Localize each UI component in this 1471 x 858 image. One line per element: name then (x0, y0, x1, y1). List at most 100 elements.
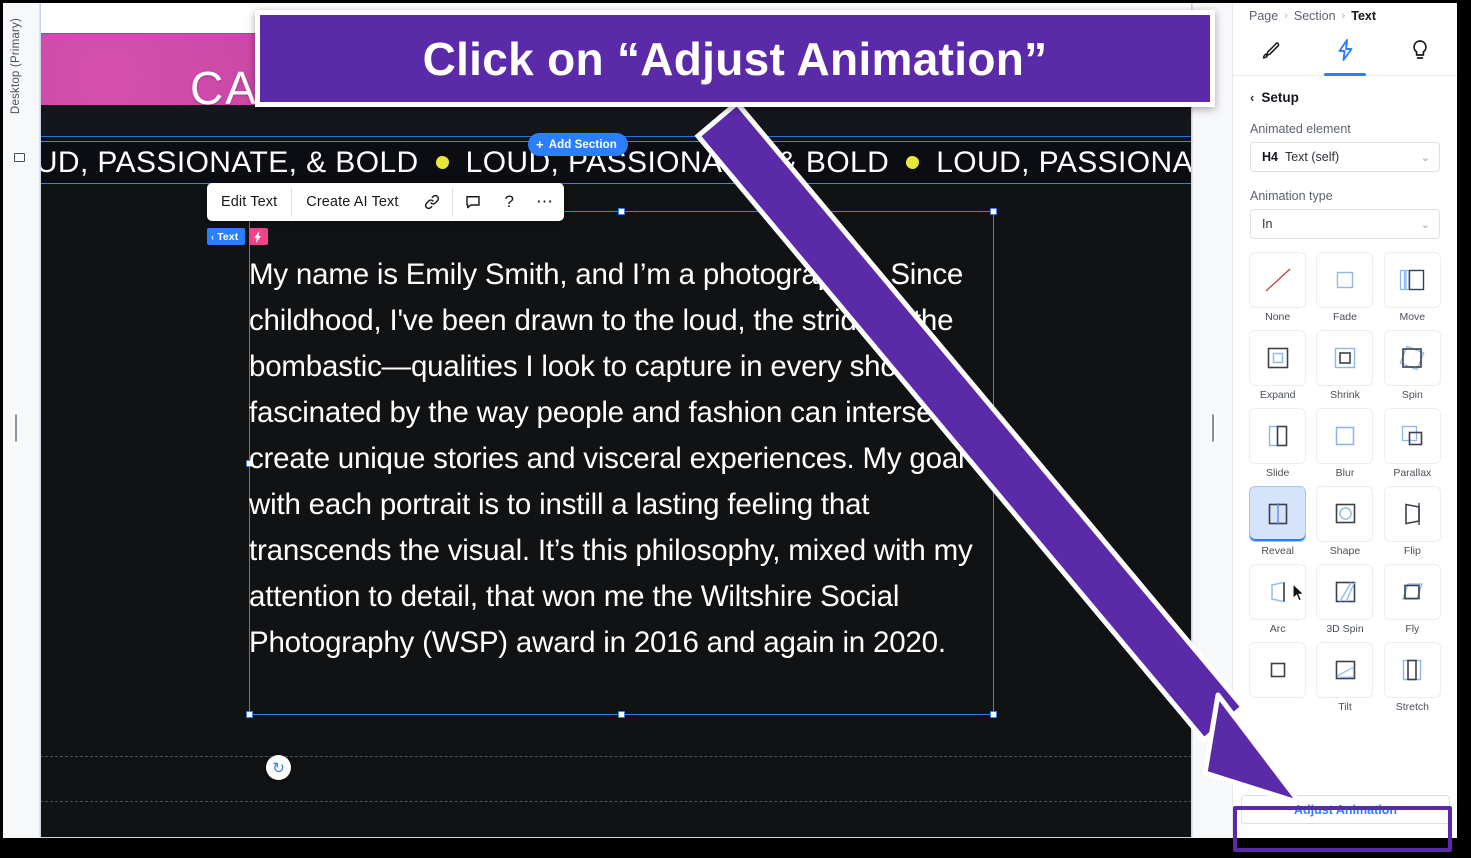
left-canvas-resize-handle[interactable] (13, 412, 19, 444)
animated-element-value: Text (self) (1284, 150, 1340, 164)
ellipsis-icon[interactable]: ⋯ (525, 183, 564, 221)
animation-option-move[interactable]: Move (1382, 252, 1443, 324)
add-section-button[interactable]: + Add Section (528, 133, 628, 156)
square-outline-icon (1316, 252, 1374, 308)
animation-option-label: Shrink (1330, 389, 1360, 401)
animation-option-shrink[interactable]: Shrink (1314, 330, 1375, 402)
animation-option-label: Arc (1269, 623, 1286, 635)
animation-option-label: Flip (1403, 545, 1421, 557)
animation-option-unlabeled[interactable] (1247, 642, 1308, 714)
chevron-left-icon: ‹ (211, 231, 215, 242)
animation-option-label: Stretch (1395, 701, 1429, 713)
yellow-star-dot-icon (435, 156, 449, 169)
rotate-icon[interactable]: ↻ (266, 755, 291, 780)
interactions-panel: Page › Section › Text ‹ Setup Animated e… (1232, 0, 1457, 838)
move-bars-icon (1383, 252, 1441, 308)
animation-option-label: 3D Spin (1326, 623, 1364, 635)
animation-option-reveal[interactable]: Reveal (1247, 486, 1308, 558)
layout-guide-line (40, 801, 1192, 802)
add-section-label: Add Section (548, 138, 617, 151)
breadcrumb-item-text[interactable]: Text (1351, 9, 1376, 23)
resize-handle-bottom-right[interactable] (990, 711, 997, 718)
reveal-panel-icon (1249, 486, 1307, 542)
animation-option-label: Parallax (1393, 467, 1432, 479)
animation-option-flip[interactable]: Flip (1382, 486, 1443, 558)
design-canvas[interactable]: CAIN LOUD, PASSIONATE, & BOLD LOUD, PASS… (40, 0, 1192, 838)
animation-option-fade[interactable]: Fade (1314, 252, 1375, 324)
chevron-down-icon: ⌄ (1420, 151, 1430, 164)
right-canvas-resize-handle[interactable] (1210, 412, 1216, 444)
animated-element-label: Animated element (1250, 122, 1351, 136)
animation-type-label: Animation type (1250, 189, 1333, 203)
split-panel-icon (1249, 408, 1307, 464)
question-mark-icon[interactable]: ? (493, 183, 524, 221)
animation-option-label: Shape (1329, 545, 1361, 557)
instruction-banner: Click on “Adjust Animation” (255, 10, 1215, 107)
diagonal-line-icon (1249, 252, 1307, 308)
animation-option-label: Tilt (1338, 701, 1352, 713)
tab-interactions[interactable] (1308, 30, 1383, 76)
link-icon[interactable] (412, 183, 452, 221)
plus-icon: + (536, 137, 544, 152)
animation-option-label: Expand (1259, 389, 1296, 401)
animation-option-parallax[interactable]: Parallax (1382, 408, 1443, 480)
blurred-square-icon (1316, 408, 1374, 464)
setup-title: Setup (1261, 90, 1299, 105)
nested-square-icon (1249, 330, 1307, 386)
breadcrumb-separator: › (1341, 10, 1346, 22)
animated-element-tag: H4 (1262, 150, 1278, 164)
lightning-bolt-icon (1336, 39, 1355, 66)
resize-handle-top-center[interactable] (618, 208, 625, 215)
animation-option-label: Fade (1333, 311, 1357, 323)
mouse-pointer-icon (1292, 582, 1306, 607)
animation-option-label: Reveal (1261, 545, 1294, 557)
animation-option-3d-spin[interactable]: 3D Spin (1314, 564, 1375, 636)
tab-ideas[interactable] (1382, 30, 1457, 75)
resize-handle-bottom-center[interactable] (618, 711, 625, 718)
body-paragraph[interactable]: My name is Emily Smith, and I’m a photog… (249, 252, 997, 666)
breadcrumb-item-section[interactable]: Section (1294, 9, 1336, 23)
circle-in-square-icon (1316, 486, 1374, 542)
monitor-icon (14, 153, 25, 162)
breadcrumb-separator: › (1284, 10, 1288, 22)
breadcrumb-item-page[interactable]: Page (1249, 9, 1278, 23)
layout-guide-line (40, 756, 1192, 757)
stretch-bars-icon (1383, 642, 1441, 698)
3d-spin-icon (1316, 564, 1374, 620)
animation-type-value: In (1262, 217, 1273, 231)
comment-icon[interactable] (453, 183, 493, 221)
element-badge-text[interactable]: ‹ Text (207, 228, 246, 245)
chevron-down-icon: ⌄ (1420, 218, 1430, 231)
create-ai-text-button[interactable]: Create AI Text (292, 183, 412, 221)
element-context-toolbar[interactable]: Edit Text Create AI Text ? ⋯ (207, 183, 564, 221)
animation-option-label: Fly (1405, 623, 1420, 635)
animation-option-none[interactable]: None (1247, 252, 1308, 324)
animation-type-select[interactable]: In ⌄ (1250, 209, 1440, 239)
animated-element-select[interactable]: H4 Text (self) ⌄ (1250, 142, 1440, 172)
animation-option-fly[interactable]: Fly (1382, 564, 1443, 636)
animation-option-shape[interactable]: Shape (1314, 486, 1375, 558)
animation-option-expand[interactable]: Expand (1247, 330, 1308, 402)
offset-squares-icon (1383, 408, 1441, 464)
animation-option-tilt[interactable]: Tilt (1314, 642, 1375, 714)
marquee-item: LOUD, PASSIONATE, & BOLD (40, 145, 419, 179)
animation-option-slide[interactable]: Slide (1247, 408, 1308, 480)
element-badge-label: Text (217, 230, 239, 243)
setup-header[interactable]: ‹ Setup (1233, 76, 1457, 105)
animation-type-grid: None Fade Move Expand Shrink Spin Slide Bl… (1233, 252, 1457, 714)
breakpoint-label: Desktop (Primary) (10, 18, 22, 115)
resize-handle-top-right[interactable] (990, 208, 997, 215)
adjust-animation-button[interactable]: Adjust Animation (1241, 795, 1450, 824)
element-badge-row[interactable]: ‹ Text (207, 228, 269, 245)
resize-handle-bottom-left[interactable] (246, 711, 253, 718)
chevron-left-icon[interactable]: ‹ (1250, 90, 1254, 105)
edit-text-button[interactable]: Edit Text (207, 183, 291, 221)
animation-option-stretch[interactable]: Stretch (1382, 642, 1443, 714)
tab-style[interactable] (1233, 30, 1308, 75)
lightning-bolt-icon[interactable] (249, 228, 269, 245)
shrink-square-icon (1316, 330, 1374, 386)
right-canvas-gutter: › (1192, 0, 1232, 838)
animation-option-spin[interactable]: Spin (1382, 330, 1443, 402)
animation-option-label: Blur (1335, 467, 1355, 479)
animation-option-blur[interactable]: Blur (1314, 408, 1375, 480)
